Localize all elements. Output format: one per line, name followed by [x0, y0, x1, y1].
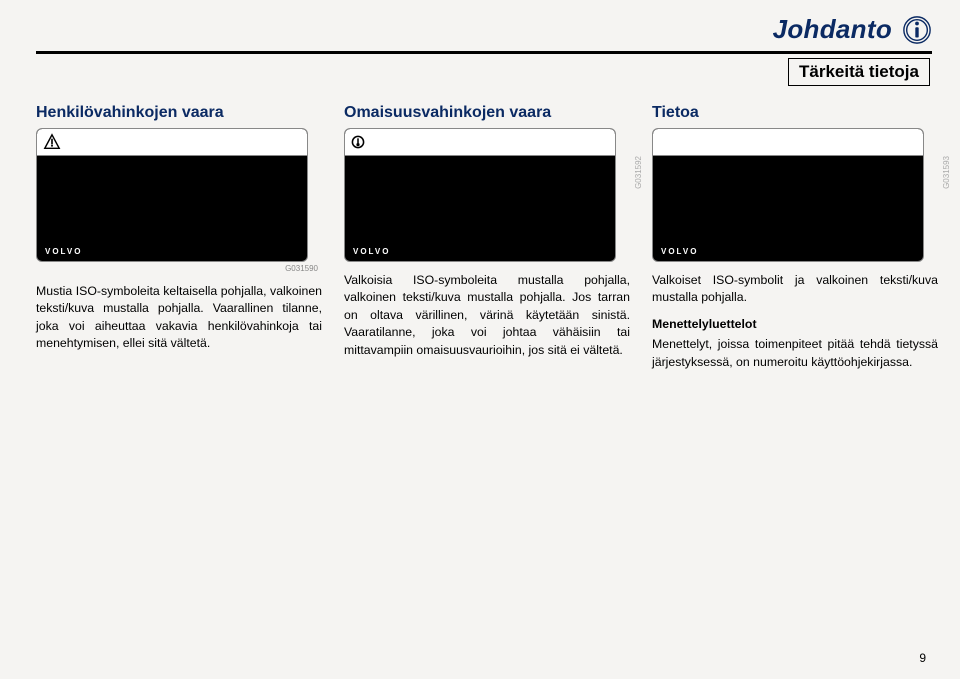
divider — [36, 51, 932, 54]
volvo-logo: VOLVO — [353, 247, 390, 256]
col3-body1: Valkoiset ISO-symbolit ja valkoinen teks… — [652, 272, 938, 307]
sub-title: Tärkeitä tietoja — [788, 58, 930, 86]
info-panel: VOLVO — [652, 128, 924, 262]
volvo-logo: VOLVO — [45, 247, 82, 256]
caution-circle-icon — [351, 135, 365, 149]
page-number: 9 — [919, 651, 926, 665]
page-title: Johdanto — [773, 14, 892, 45]
col2-body: Valkoisia ISO-symboleita mustalla pohjal… — [344, 272, 630, 359]
caution-panel: VOLVO — [344, 128, 616, 262]
col3-body2: Menettelyt, joissa toimenpiteet pitää te… — [652, 336, 938, 371]
col3-subhead: Menettelyluettelot — [652, 317, 757, 331]
figure-label: G031593 — [942, 156, 951, 189]
col2-heading: Omaisuusvahinkojen vaara — [344, 104, 630, 122]
figure-label: G031592 — [634, 156, 643, 189]
col3-heading: Tietoa — [652, 104, 938, 122]
figure-label: G031590 — [36, 264, 322, 273]
col1-heading: Henkilövahinkojen vaara — [36, 104, 322, 122]
volvo-logo: VOLVO — [661, 247, 698, 256]
warning-panel: VOLVO — [36, 128, 308, 262]
col1-body: Mustia ISO-symboleita keltaisella pohjal… — [36, 283, 322, 353]
warning-triangle-icon — [43, 133, 61, 151]
info-icon — [902, 15, 932, 45]
